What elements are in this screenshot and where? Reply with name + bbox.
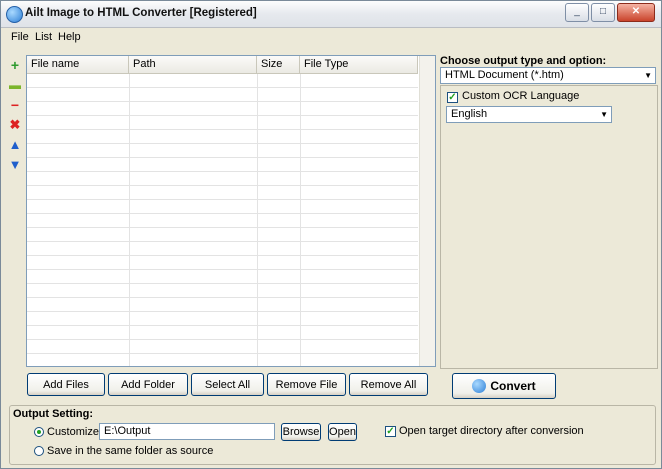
- customize-radio[interactable]: [34, 427, 44, 437]
- same-folder-radio[interactable]: [34, 446, 44, 456]
- convert-button[interactable]: Convert: [452, 373, 556, 399]
- output-type-label: Choose output type and option:: [440, 55, 607, 67]
- column-header-file-type[interactable]: File Type: [300, 56, 418, 73]
- window-title: Ailt Image to HTML Converter [Registered…: [25, 7, 257, 19]
- ocr-language-select[interactable]: English ▼: [446, 106, 612, 123]
- menu-help[interactable]: Help: [58, 31, 81, 43]
- open-button[interactable]: Open: [328, 423, 357, 441]
- output-path-input[interactable]: E:\Output: [99, 423, 275, 440]
- column-header-path[interactable]: Path: [129, 56, 257, 73]
- remove-icon[interactable]: −: [7, 97, 23, 113]
- vertical-scrollbar[interactable]: [419, 56, 435, 366]
- custom-ocr-checkbox[interactable]: ✓: [447, 92, 458, 103]
- close-button[interactable]: ✕: [617, 3, 655, 22]
- column-header-file-name[interactable]: File name: [27, 56, 129, 73]
- list-toolbar: + ▬ − ✖ ▲ ▼: [7, 57, 23, 177]
- menu-list[interactable]: List: [35, 31, 52, 43]
- add-files-button[interactable]: Add Files: [27, 373, 105, 396]
- minimize-button[interactable]: _: [565, 3, 589, 22]
- column-divider: [257, 74, 258, 366]
- menu-bar: File List Help: [1, 28, 661, 45]
- open-after-checkbox[interactable]: ✓: [385, 426, 396, 437]
- move-up-icon[interactable]: ▲: [7, 137, 23, 153]
- remove-all-icon[interactable]: ✖: [7, 117, 23, 133]
- app-logo-icon: [6, 6, 23, 23]
- select-all-button[interactable]: Select All: [191, 373, 264, 396]
- column-divider: [129, 74, 130, 366]
- open-after-label: Open target directory after conversion: [399, 425, 584, 437]
- ocr-language-value: English: [451, 108, 488, 120]
- column-header-size[interactable]: Size: [257, 56, 300, 73]
- remove-all-button[interactable]: Remove All: [349, 373, 428, 396]
- move-down-icon[interactable]: ▼: [7, 157, 23, 173]
- add-folder-button[interactable]: Add Folder: [108, 373, 188, 396]
- maximize-button[interactable]: □: [591, 3, 615, 22]
- custom-ocr-label: Custom OCR Language: [462, 90, 580, 102]
- chevron-down-icon[interactable]: ▼: [644, 68, 652, 83]
- add-file-icon[interactable]: +: [7, 57, 23, 73]
- add-folder-icon[interactable]: ▬: [7, 77, 23, 93]
- browse-button[interactable]: Browse: [281, 423, 321, 441]
- file-list-table[interactable]: File name Path Size File Type: [26, 55, 436, 367]
- ocr-options-box: ✓ Custom OCR Language English ▼: [440, 85, 658, 369]
- output-type-value: HTML Document (*.htm): [445, 69, 564, 81]
- chevron-down-icon[interactable]: ▼: [600, 107, 608, 122]
- app-window: Ailt Image to HTML Converter [Registered…: [0, 0, 662, 469]
- customize-label: Customize: [47, 426, 99, 438]
- refresh-icon: [472, 379, 487, 393]
- output-type-select[interactable]: HTML Document (*.htm) ▼: [440, 67, 656, 84]
- convert-label: Convert: [490, 379, 536, 393]
- column-divider: [300, 74, 301, 366]
- title-bar[interactable]: Ailt Image to HTML Converter [Registered…: [1, 1, 661, 28]
- table-header: File name Path Size File Type: [27, 56, 418, 74]
- table-rows[interactable]: [27, 74, 418, 366]
- menu-file[interactable]: File: [11, 31, 29, 43]
- same-folder-label: Save in the same folder as source: [47, 445, 214, 457]
- output-setting-title: Output Setting:: [11, 408, 96, 420]
- remove-file-button[interactable]: Remove File: [267, 373, 346, 396]
- output-options-panel: Choose output type and option: HTML Docu…: [440, 55, 658, 369]
